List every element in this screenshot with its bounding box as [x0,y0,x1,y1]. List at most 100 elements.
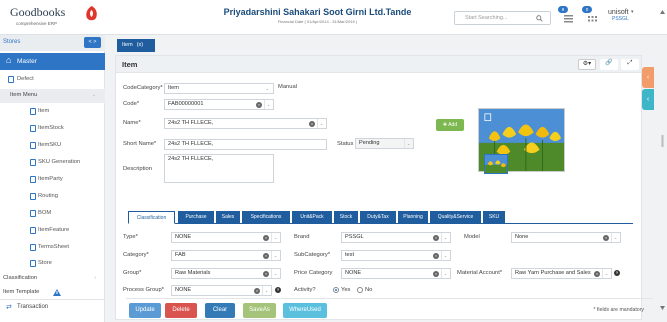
item-panel: Item ⚙▾ 🔗 ⤢ CodeCategory* Item ⌄ Manual … [115,55,653,320]
model-select[interactable]: None × ⌄ [511,232,621,243]
chevron-down-icon[interactable]: ⌄ [264,100,272,109]
saveas-button[interactable]: SaveAs [243,303,276,318]
help-icon[interactable]: ? [275,287,281,293]
chevron-down-icon[interactable]: ⌄ [441,233,449,242]
sidebar-item-item-template[interactable]: Item Template [0,286,105,300]
sidebar-item-bom[interactable]: BOM [0,207,105,221]
short-name-input[interactable]: 24s2 TH FLLECE, [164,139,327,150]
group-value: Raw Materials [175,270,211,276]
sidebar-item-sku-generation[interactable]: SKU Generation [0,156,105,170]
user-org: PSSGL [612,16,629,22]
chevron-down-icon[interactable]: ⌄ [602,269,610,278]
help-icon[interactable]: ? [614,270,620,276]
name-input[interactable]: 24s2 TH FLLECE, × ⌄ [164,118,327,129]
clear-icon[interactable]: × [254,288,260,294]
sidebar-item-itemstock[interactable]: ItemStock [0,122,105,136]
brand-select[interactable]: PSSGL × ⌄ [341,232,451,243]
tab-sku[interactable]: SKU [483,211,505,224]
attachment-icon[interactable]: 🔗 [600,59,618,70]
clear-icon[interactable]: × [263,235,269,241]
category-select[interactable]: FAB × ⌄ [171,250,281,261]
sidebar-item-classification[interactable]: Classification ‹ [0,272,105,286]
activity-yes-radio[interactable] [333,287,339,293]
clear-icon[interactable]: × [433,271,439,277]
sidebar-item-defect[interactable]: Defect [0,73,105,87]
grid-menu-icon[interactable]: 0 [582,6,600,25]
tab-planning[interactable]: Planning [398,211,428,224]
sidebar-toggle-button[interactable]: < > [84,37,101,48]
tab-quality-service[interactable]: Quality&Service [430,211,481,224]
type-select[interactable]: NONE × ⌄ [171,232,281,243]
code-value: FAB00000001 [168,101,204,107]
tab-purchase[interactable]: Purchase [178,211,214,224]
subcategory-select[interactable]: test × ⌄ [341,250,451,261]
clear-icon[interactable]: × [309,121,315,127]
delete-button[interactable]: Delete [165,303,197,318]
clear-icon[interactable]: × [433,235,439,241]
group-label: Group* [123,270,142,276]
app-logo[interactable]: Goodbooks comprehensive ERP [10,4,110,30]
status-select[interactable]: Pending ⌄ [355,138,414,149]
notifications-icon[interactable]: 9 [558,6,576,25]
chevron-down-icon[interactable]: ⌄ [271,233,279,242]
user-chevron-icon[interactable]: ▾ [631,9,634,15]
page-scrollbar[interactable] [660,10,665,310]
chevron-down-icon[interactable]: ⌄ [271,251,279,260]
sidebar-item-routing[interactable]: Routing [0,190,105,204]
sidebar-item-itemparty[interactable]: ItemParty [0,173,105,187]
material-account-select[interactable]: Raw Yarn Purchase and Sales × ⌄ [511,268,612,279]
activity-no-radio[interactable] [357,287,363,293]
chevron-down-icon[interactable]: ⌄ [317,119,325,128]
sidebar-item-item-menu[interactable]: Item Menu ⌄ [0,89,105,103]
chevron-down-icon[interactable]: ⌄ [441,251,449,260]
sidebar-item-master[interactable]: ⌂ Master [0,53,105,70]
tab-classification[interactable]: Classification [128,211,175,224]
status-label: Status [337,141,354,147]
add-image-button[interactable]: ✚ Add [436,119,464,131]
price-category-select[interactable]: NONE × ⌄ [341,268,451,279]
right-panel-toggle-orange[interactable]: ‹ [642,67,654,88]
clear-icon[interactable]: × [433,253,439,259]
tab-sales[interactable]: Sales [216,211,240,224]
tab-specifications[interactable]: Specifications [242,211,290,224]
user-menu[interactable]: unisoft PSSGL [608,9,629,22]
clear-icon[interactable]: × [263,253,269,259]
tab-unit-pack[interactable]: Unit&Pack [292,211,332,224]
sidebar-item-store[interactable]: Store [0,257,105,271]
whereused-button[interactable]: WhereUsed [283,303,327,318]
sidebar-item-label: SKU Generation [38,159,81,165]
clear-icon[interactable]: × [594,271,600,277]
tab-item[interactable]: Item (x) [117,39,155,52]
clear-icon[interactable]: × [603,235,609,241]
process-group-value: NONE [175,287,192,293]
search-box[interactable]: Start Searching... [454,11,551,25]
sidebar-item-itemsku[interactable]: ItemSKU [0,139,105,153]
chevron-down-icon[interactable]: ⌄ [271,269,279,278]
chevron-down-icon[interactable]: ⌄ [404,139,412,148]
settings-button[interactable]: ⚙▾ [578,59,596,70]
process-group-select[interactable]: NONE × ⌄ [171,285,272,296]
group-select[interactable]: Raw Materials × ⌄ [171,268,281,279]
chevron-down-icon[interactable]: ⌄ [262,286,270,295]
tab-stock[interactable]: Stock [334,211,358,224]
update-button[interactable]: Update [129,303,161,318]
search-icon[interactable] [536,15,543,22]
sidebar-item-item[interactable]: Item [0,105,105,119]
clear-icon[interactable]: × [256,102,262,108]
code-category-select[interactable]: Item ⌄ [164,83,274,94]
tab-duty-tax[interactable]: Duty&Tax [360,211,396,224]
clear-icon[interactable]: × [263,271,269,277]
sidebar-item-itemfeature[interactable]: ItemFeature [0,224,105,238]
tab-close-button[interactable]: (x) [137,42,143,48]
expand-icon[interactable]: ⤢ [621,59,639,70]
right-panel-toggle-teal[interactable]: ‹ [642,89,654,110]
sidebar-item-label: Defect [17,76,34,82]
sidebar-item-termssheet[interactable]: TermsSheet [0,241,105,255]
chevron-down-icon[interactable]: ⌄ [611,233,619,242]
chevron-down-icon[interactable]: ⌄ [441,269,449,278]
sidebar-item-transaction[interactable]: ⇄ Transaction [0,299,105,314]
clear-button[interactable]: Clear [205,303,235,318]
description-textarea[interactable]: 24s2 TH FLLECE, [164,154,274,183]
code-input[interactable]: FAB00000001 × ⌄ [164,99,274,110]
item-image-thumbnail[interactable] [484,154,508,174]
